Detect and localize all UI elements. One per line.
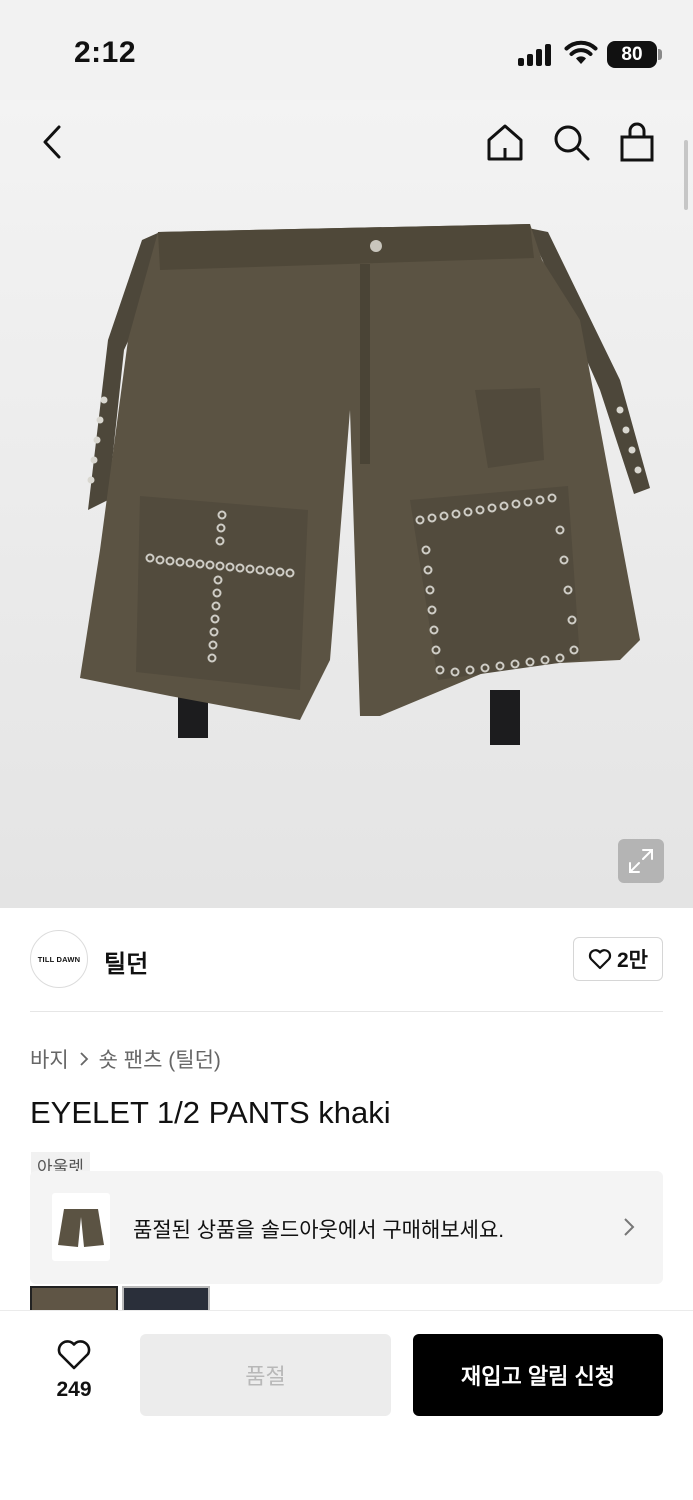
- cellular-signal-icon: [518, 44, 554, 66]
- brand-like-button[interactable]: 2만: [573, 937, 663, 981]
- brand-name[interactable]: 틸던: [104, 944, 148, 979]
- color-thumbnail-strip: [30, 1286, 210, 1310]
- chevron-right-icon: [624, 1218, 635, 1236]
- product-photo: [80, 224, 650, 745]
- battery-indicator: 80: [607, 41, 657, 68]
- divider: [30, 1011, 663, 1012]
- heart-icon: [57, 1340, 91, 1370]
- banner-text: 품절된 상품을 솔드아웃에서 구매해보세요.: [133, 1219, 505, 1242]
- color-thumbnail-navy[interactable]: [122, 1286, 210, 1310]
- search-button[interactable]: [548, 118, 594, 166]
- brand-like-count: 2만: [617, 949, 648, 972]
- breadcrumb-subcategory[interactable]: 숏 팬츠 (틸던): [99, 1044, 221, 1074]
- restock-alert-button[interactable]: 재입고 알림 신청: [413, 1334, 663, 1416]
- shopping-bag-button[interactable]: [614, 118, 660, 166]
- battery-cap: [658, 49, 662, 60]
- wifi-icon: [564, 40, 598, 64]
- chevron-left-icon: [43, 125, 61, 159]
- wishlist-button[interactable]: 249: [44, 1337, 104, 1401]
- expand-icon: [629, 849, 653, 873]
- scroll-indicator: [684, 140, 688, 210]
- breadcrumb-category[interactable]: 바지: [30, 1044, 69, 1074]
- home-icon: [487, 124, 523, 161]
- search-icon: [554, 125, 590, 161]
- status-bar: 2:12 80: [0, 0, 693, 100]
- bottom-action-bar: 249 품절 재입고 알림 신청: [0, 1310, 693, 1500]
- wishlist-count: 249: [56, 1378, 92, 1401]
- product-thumbnail-image: [58, 1209, 104, 1247]
- soldout-button[interactable]: 품절: [140, 1334, 391, 1416]
- breadcrumb: 바지 숏 팬츠 (틸던): [30, 1044, 221, 1074]
- product-title: EYELET 1/2 PANTS khaki: [30, 1095, 391, 1130]
- banner-thumbnail: [52, 1193, 110, 1261]
- brand-logo[interactable]: TILL DAWN: [30, 930, 88, 988]
- heart-icon: [588, 949, 612, 970]
- product-image-area[interactable]: [0, 100, 693, 908]
- color-thumbnail-khaki[interactable]: [30, 1286, 118, 1310]
- brand-row[interactable]: TILL DAWN 틸던 2만: [30, 930, 663, 988]
- status-time: 2:12: [74, 36, 137, 69]
- chevron-right-icon: [80, 1052, 88, 1066]
- back-button[interactable]: [30, 118, 74, 166]
- shopping-bag-icon: [620, 122, 654, 162]
- expand-image-button[interactable]: [618, 839, 664, 883]
- soldout-banner[interactable]: 품절된 상품을 솔드아웃에서 구매해보세요.: [30, 1171, 663, 1284]
- home-button[interactable]: [482, 118, 528, 166]
